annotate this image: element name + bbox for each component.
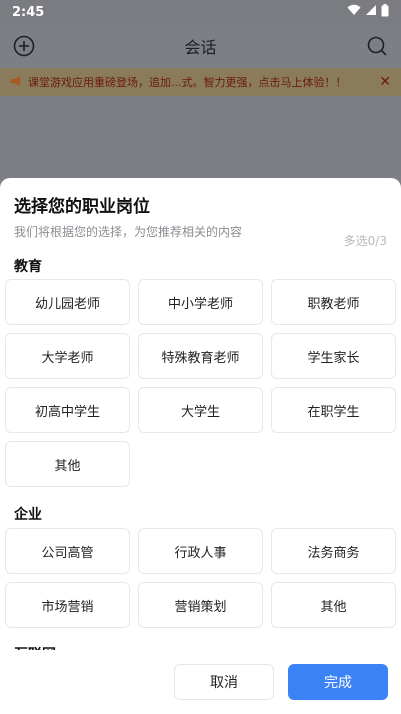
selection-count: 多选0/3 — [343, 234, 387, 248]
option-executive[interactable]: 公司高管 — [5, 528, 130, 574]
option-school-teacher[interactable]: 中小学老师 — [138, 279, 263, 325]
add-icon[interactable] — [12, 34, 36, 58]
option-parent[interactable]: 学生家长 — [271, 333, 396, 379]
option-college-student[interactable]: 大学生 — [138, 387, 263, 433]
option-marketing-planning[interactable]: 营销策划 — [138, 582, 263, 628]
status-time: 2:45 — [12, 4, 45, 20]
status-bar: 2:45 — [0, 0, 401, 24]
option-university-teacher[interactable]: 大学老师 — [5, 333, 130, 379]
app-bar: 会话 — [0, 24, 401, 68]
option-vocational-teacher[interactable]: 职教老师 — [271, 279, 396, 325]
option-secondary-student[interactable]: 初高中学生 — [5, 387, 130, 433]
option-enterprise-other[interactable]: 其他 — [271, 582, 396, 628]
megaphone-icon — [10, 75, 24, 90]
page-title: 会话 — [184, 38, 217, 57]
option-legal-business[interactable]: 法务商务 — [271, 528, 396, 574]
group-title-enterprise: 企业 — [14, 507, 42, 523]
done-button[interactable]: 完成 — [288, 664, 388, 700]
option-kindergarten-teacher[interactable]: 幼儿园老师 — [5, 279, 130, 325]
option-admin-hr[interactable]: 行政人事 — [138, 528, 263, 574]
option-working-student[interactable]: 在职学生 — [271, 387, 396, 433]
sheet-title: 选择您的职业岗位 — [14, 197, 150, 217]
banner-text: 课堂游戏应用重磅登场，追加...式。智力更强，点击马上体验！！ — [28, 76, 347, 89]
promo-banner[interactable]: 课堂游戏应用重磅登场，追加...式。智力更强，点击马上体验！！ ✕ — [0, 68, 401, 96]
group-title-education: 教育 — [14, 259, 42, 275]
search-icon[interactable] — [365, 34, 389, 58]
wifi-icon — [347, 4, 361, 20]
option-special-education-teacher[interactable]: 特殊教育老师 — [138, 333, 263, 379]
signal-icon — [365, 4, 377, 20]
option-education-other[interactable]: 其他 — [5, 441, 130, 487]
career-select-sheet: 选择您的职业岗位 我们将根据您的选择，为您推荐相关的内容 多选0/3 教育 幼儿… — [0, 178, 401, 714]
option-marketing[interactable]: 市场营销 — [5, 582, 130, 628]
close-icon[interactable]: ✕ — [373, 74, 391, 90]
battery-icon — [381, 3, 389, 21]
cancel-button[interactable]: 取消 — [174, 664, 274, 700]
sheet-subtitle: 我们将根据您的选择，为您推荐相关的内容 — [14, 225, 243, 239]
